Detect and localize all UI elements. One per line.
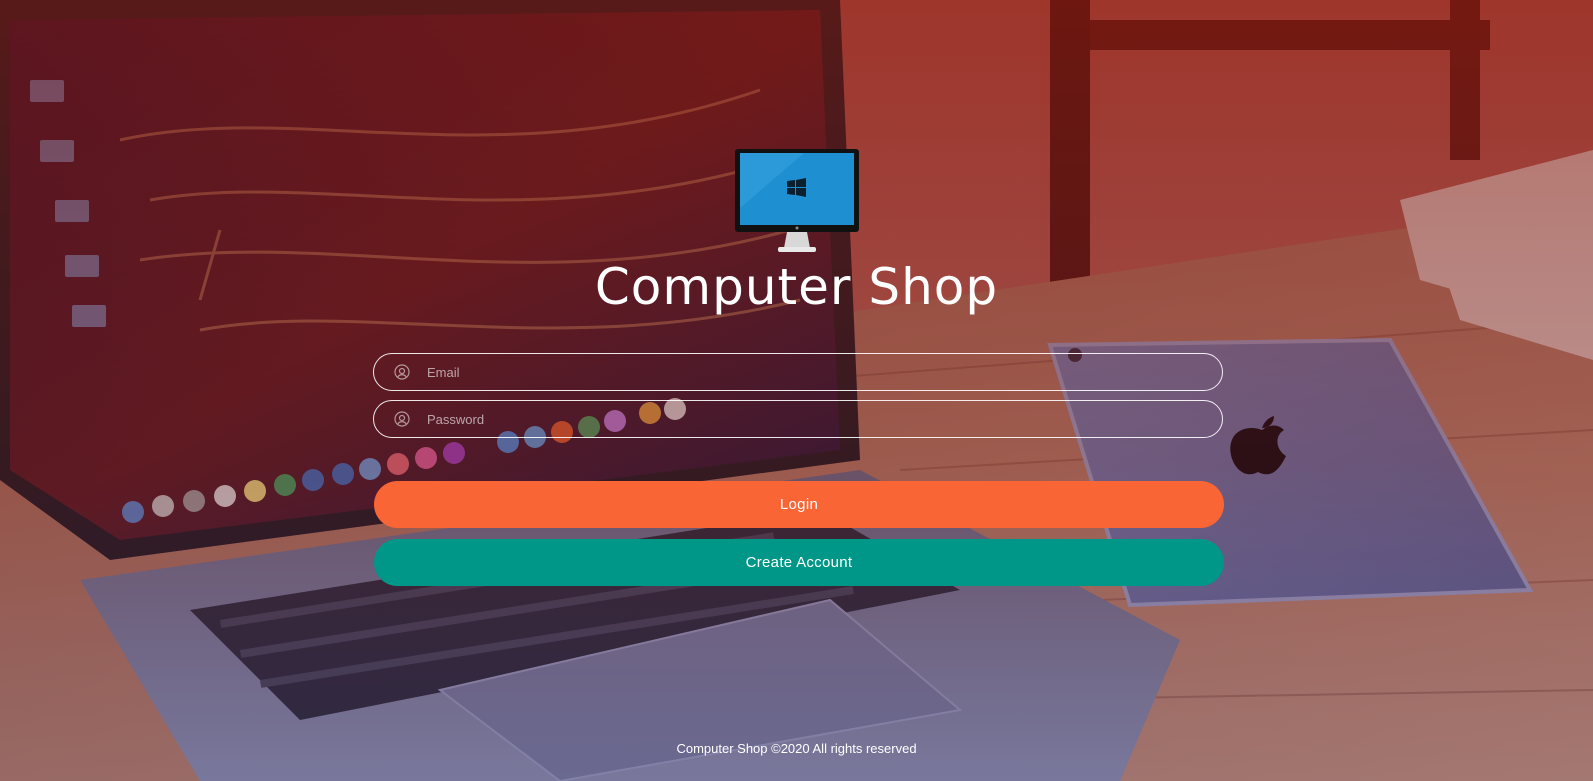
login-panel: Computer Shop Login Create Account Compu…	[0, 0, 1593, 781]
email-field-wrapper[interactable]	[373, 353, 1223, 391]
email-field[interactable]	[427, 354, 1222, 390]
login-button[interactable]: Login	[374, 481, 1224, 528]
password-field[interactable]	[427, 401, 1222, 437]
create-account-button[interactable]: Create Account	[374, 539, 1224, 586]
user-icon	[393, 363, 411, 381]
page-title: Computer Shop	[594, 258, 999, 316]
password-field-wrapper[interactable]	[373, 400, 1223, 438]
monitor-windows-icon	[734, 148, 860, 254]
footer-copyright: Computer Shop ©2020 All rights reserved	[676, 741, 917, 756]
user-icon	[393, 410, 411, 428]
